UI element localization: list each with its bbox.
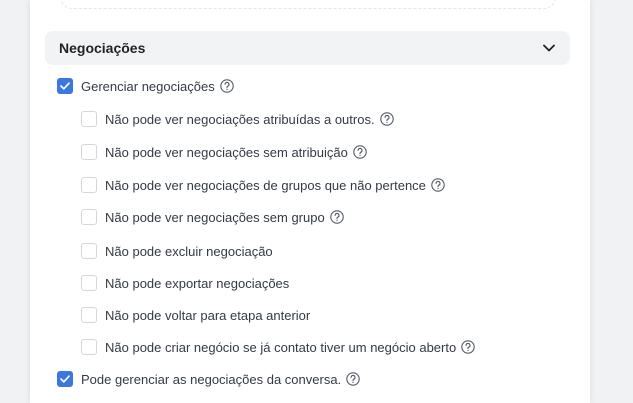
permissions-panel: Negociações Gerenciar negociações Não pod…	[30, 0, 590, 403]
permission-label[interactable]: Não pode excluir negociação	[105, 244, 273, 259]
permission-checkbox[interactable]	[81, 307, 97, 323]
permission-row: Não pode voltar para etapa anterior	[81, 305, 310, 325]
chevron-down-icon[interactable]	[542, 41, 556, 55]
permission-label[interactable]: Não pode ver negociações de grupos que n…	[105, 178, 426, 193]
help-circle-icon[interactable]	[329, 210, 344, 224]
permission-checkbox[interactable]	[57, 371, 73, 387]
help-circle-icon[interactable]	[353, 145, 367, 159]
permission-row: Não pode exportar negociações	[81, 273, 289, 293]
permission-checkbox[interactable]	[81, 177, 97, 193]
permission-checkbox[interactable]	[81, 209, 97, 225]
permission-row: Não pode ver negociações sem atribuição	[81, 142, 367, 162]
permission-row: Gerenciar negociações	[57, 76, 234, 96]
permission-checkbox[interactable]	[57, 78, 73, 94]
section-title: Negociações	[59, 40, 146, 56]
permission-label[interactable]: Não pode ver negociações sem atribuição	[105, 145, 348, 160]
permission-checkbox[interactable]	[81, 339, 97, 355]
permission-checkbox[interactable]	[81, 275, 97, 291]
help-circle-icon[interactable]	[379, 112, 394, 126]
permission-label[interactable]: Pode gerenciar as negociações da convers…	[81, 372, 341, 387]
section-header-negociacoes[interactable]: Negociações	[45, 31, 570, 65]
previous-section-card	[60, 0, 556, 9]
help-circle-icon[interactable]	[431, 178, 445, 192]
permission-label[interactable]: Gerenciar negociações	[81, 79, 215, 94]
permission-checkbox[interactable]	[81, 111, 97, 127]
permission-checkbox[interactable]	[81, 144, 97, 160]
help-circle-icon[interactable]	[461, 340, 475, 354]
permission-label[interactable]: Não pode voltar para etapa anterior	[105, 308, 310, 323]
help-circle-icon[interactable]	[219, 79, 234, 93]
permission-row: Não pode ver negociações atribuídas a ou…	[81, 109, 394, 129]
permission-label[interactable]: Não pode ver negociações sem grupo	[105, 210, 325, 225]
permission-label[interactable]: Não pode exportar negociações	[105, 276, 289, 291]
permission-label[interactable]: Não pode criar negócio se já contato tiv…	[105, 340, 456, 355]
permission-checkbox[interactable]	[81, 243, 97, 259]
permission-row: Não pode excluir negociação	[81, 241, 273, 261]
permission-row: Pode gerenciar as negociações da convers…	[57, 369, 360, 389]
help-circle-icon[interactable]	[346, 372, 360, 386]
permission-row: Não pode ver negociações de grupos que n…	[81, 175, 445, 195]
permission-row: Não pode ver negociações sem grupo	[81, 207, 344, 227]
permission-row: Não pode criar negócio se já contato tiv…	[81, 337, 475, 357]
permission-label[interactable]: Não pode ver negociações atribuídas a ou…	[105, 112, 375, 127]
